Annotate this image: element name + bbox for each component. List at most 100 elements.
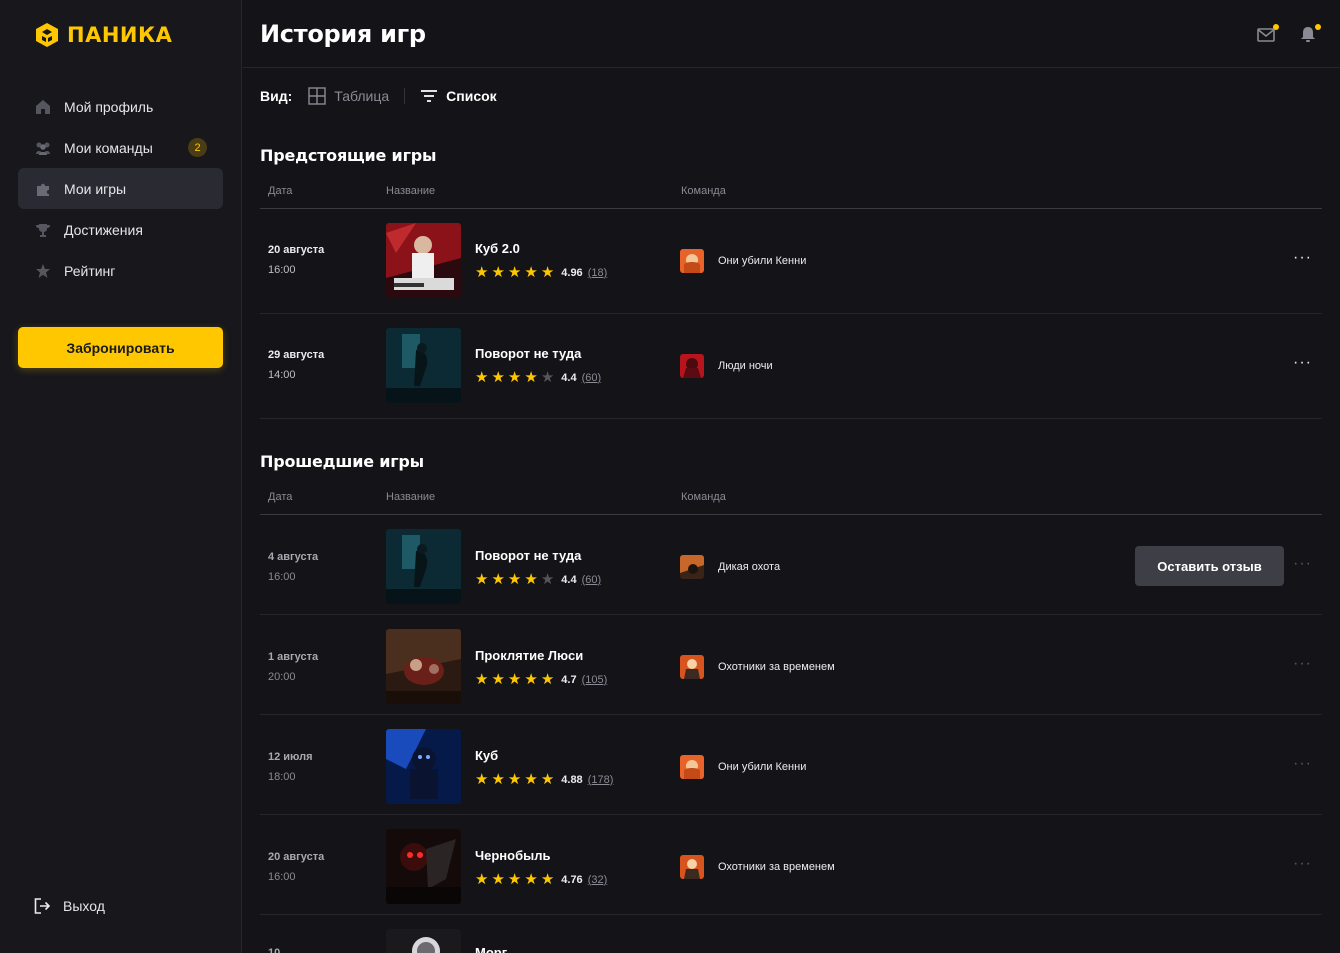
col-name: Название [386,491,436,503]
more-options-icon[interactable]: ··· [1293,354,1312,372]
reviews-count-link[interactable]: (178) [588,774,614,786]
game-date: 29 августа 14:00 [268,345,324,385]
game-thumbnail[interactable] [386,929,461,953]
star-icon: ★ [524,369,538,386]
star-icon: ★ [540,369,555,386]
time-text: 20:00 [268,671,296,683]
more-options-icon[interactable]: ··· [1293,655,1312,673]
team-cell[interactable]: Они убили Кенни [680,755,806,779]
game-name[interactable]: Поворот не туда [475,346,581,361]
more-options-icon[interactable]: ··· [1293,755,1312,773]
team-avatar [680,249,704,273]
home-icon [34,98,52,116]
book-button[interactable]: Забронировать [18,327,223,368]
reviews-count-link[interactable]: (60) [582,574,602,586]
rating-score: 4.76 [561,873,583,886]
time-text: 16:00 [268,264,296,276]
sidebar-item-rating[interactable]: Рейтинг [18,250,223,291]
table-row[interactable]: 4 августа 16:00 Поворот не туда ★ ★ ★ ★ ★ 4.… [260,515,1322,615]
more-options-icon[interactable]: ··· [1293,855,1312,873]
view-list-label: Список [446,88,497,104]
sidebar-item-label: Мой профиль [64,98,154,115]
table-row[interactable]: 29 августа 14:00 Поворот не туда ★ ★ ★ ★ ★ 4… [260,314,1322,419]
team-cell[interactable]: Люди ночи [680,354,773,378]
star-icon: ★ [507,671,522,688]
sidebar-item-games[interactable]: Мои игры [18,168,223,209]
game-rating: ★ ★ ★ ★ ★ 4.76 (32) [475,872,607,887]
team-cell[interactable]: Охотники за временем [680,855,835,879]
bell-icon[interactable] [1299,24,1321,46]
game-name[interactable]: Проклятие Люси [475,648,583,663]
game-thumbnail[interactable] [386,328,461,403]
sidebar-item-label: Достижения [64,221,143,238]
date-text: 1 августа [268,651,319,663]
team-cell[interactable]: Дикая охота [680,555,780,579]
game-name[interactable]: Чернобыль [475,848,550,863]
game-name[interactable]: Куб [475,748,498,763]
reviews-count-link[interactable]: (105) [582,674,608,686]
team-name: Люди ночи [718,360,773,372]
game-name[interactable]: Поворот не туда [475,548,581,563]
table-row[interactable]: 20 августа 16:00 Куб 2.0 ★ ★ ★ ★ ★ 4.96 (18)… [260,209,1322,314]
sidebar-item-label: Мои игры [64,180,127,197]
leave-review-button[interactable]: Оставить отзыв [1135,546,1284,586]
star-icon: ★ [491,871,505,888]
game-date: 20 августа 16:00 [268,240,324,280]
sidebar-item-achievements[interactable]: Достижения [18,209,223,250]
star-icon: ★ [507,871,522,888]
star-icon: ★ [524,771,538,788]
date-text: 20 августа [268,244,325,256]
view-table-option[interactable]: Таблица [308,87,389,105]
star-icon: ★ [475,571,489,588]
more-options-icon[interactable]: ··· [1293,249,1312,267]
reviews-count-link[interactable]: (32) [588,874,608,886]
star-icon: ★ [491,369,505,386]
mail-icon[interactable] [1257,24,1279,46]
logout-button[interactable]: Выход [34,898,105,914]
sidebar-item-teams[interactable]: Мои команды 2 [18,127,223,168]
team-icon [34,139,52,157]
view-label: Вид: [260,88,293,104]
star-icon: ★ [507,264,522,281]
rating-score: 4.4 [561,573,577,586]
team-cell[interactable]: Они убили Кенни [680,249,806,273]
date-text: 29 августа [268,349,325,361]
star-icon: ★ [540,571,555,588]
game-rating: ★ ★ ★ ★ ★ 4.7 (105) [475,672,607,687]
game-rating: ★ ★ ★ ★ ★ 4.96 (18) [475,265,607,280]
table-row[interactable]: 12 июля 18:00 Куб ★ ★ ★ ★ ★ 4.88 (178) Они у… [260,715,1322,815]
game-thumbnail[interactable] [386,223,461,298]
view-table-label: Таблица [334,88,390,104]
team-avatar [680,655,704,679]
game-date: 20 августа 16:00 [268,847,324,887]
game-thumbnail[interactable] [386,829,461,904]
reviews-count-link[interactable]: (18) [588,267,608,279]
game-name[interactable]: Морг [475,945,507,953]
more-options-icon[interactable]: ··· [1293,555,1312,573]
game-thumbnail[interactable] [386,729,461,804]
reviews-count-link[interactable]: (60) [582,372,602,384]
view-list-option[interactable]: Список [420,88,497,104]
trophy-icon [34,221,52,239]
col-name: Название [386,185,436,197]
sidebar-item-profile[interactable]: Мой профиль [18,86,223,127]
logo[interactable]: ПАНИКА [35,22,172,48]
time-text: 16:00 [268,871,296,883]
star-icon: ★ [540,871,555,888]
game-thumbnail[interactable] [386,629,461,704]
star-icon: ★ [491,671,505,688]
sidebar: ПАНИКА Мой профиль Мои команды 2 Мои игр… [0,0,242,953]
game-thumbnail[interactable] [386,529,461,604]
team-name: Они убили Кенни [718,761,807,773]
game-name[interactable]: Куб 2.0 [475,241,520,256]
teams-count-badge: 2 [188,138,207,157]
table-row[interactable]: 1 августа 20:00 Проклятие Люси ★ ★ ★ ★ ★ 4.7… [260,615,1322,715]
table-row[interactable]: 20 августа 16:00 Чернобыль ★ ★ ★ ★ ★ 4.76 (3… [260,815,1322,915]
star-icon: ★ [475,264,489,281]
star-icon: ★ [540,771,555,788]
table-row[interactable]: 10 ... Морг [260,915,1322,953]
team-cell[interactable]: Охотники за временем [680,655,835,679]
game-rating: ★ ★ ★ ★ ★ 4.4 (60) [475,370,601,385]
star-icon: ★ [540,671,555,688]
team-name: Охотники за временем [718,661,835,673]
